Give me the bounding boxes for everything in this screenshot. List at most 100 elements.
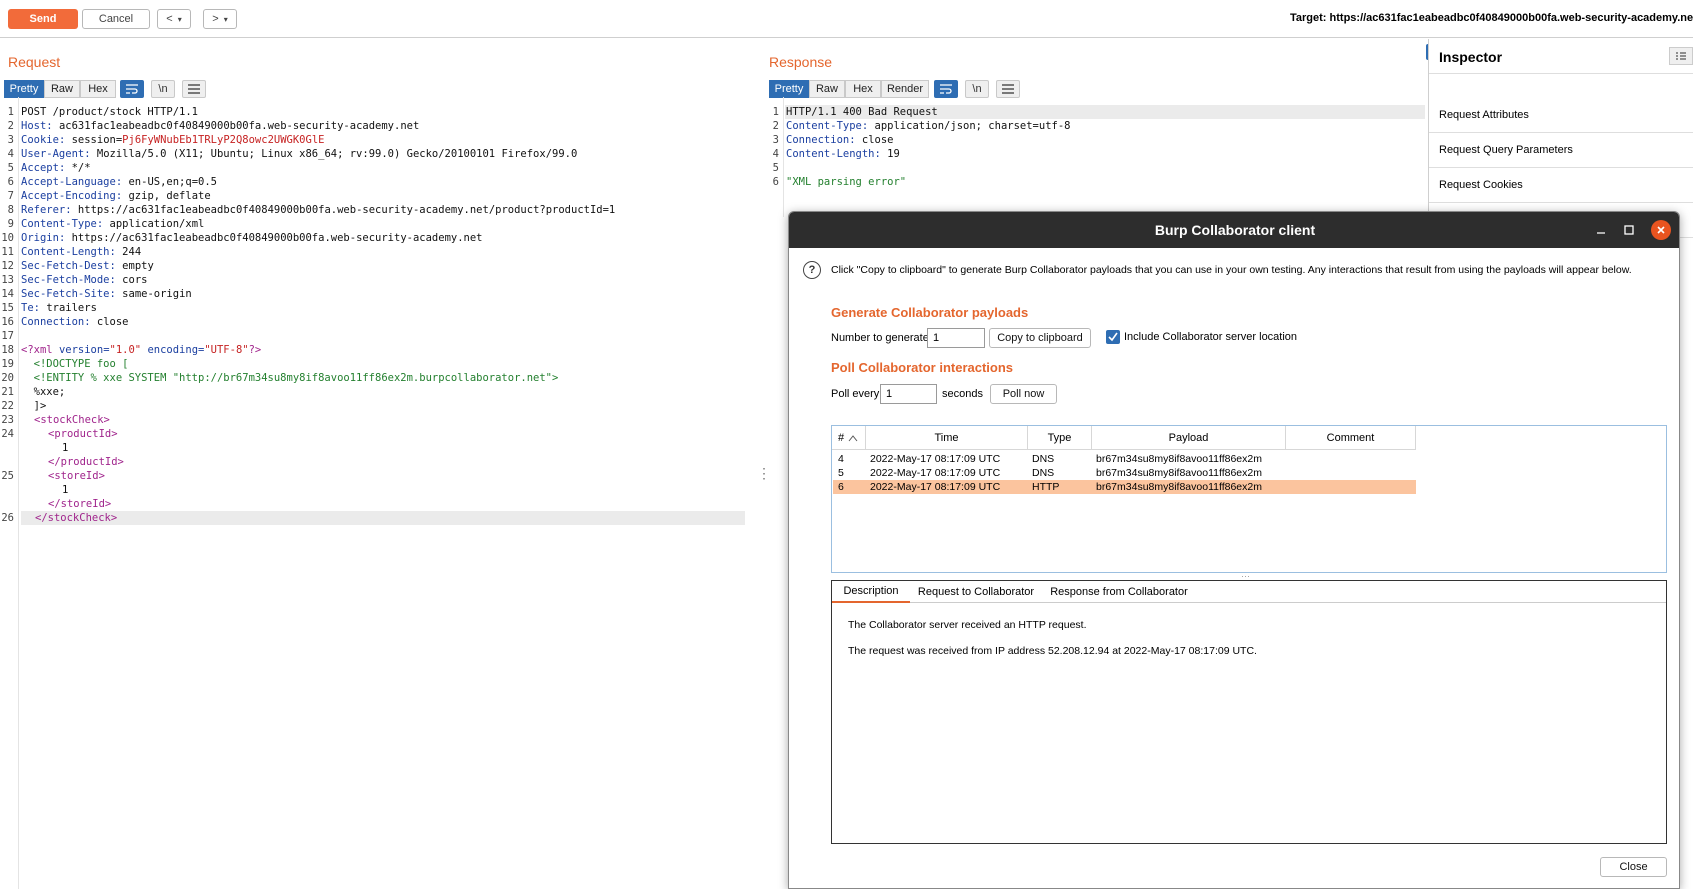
code-line: 3 Cookie: session=Pj6FyWNubEb1TRLyP2Q8owc…: [7, 134, 325, 146]
code-line: 5 Accept: */*: [7, 162, 91, 174]
code-line: 6 Accept-Language: en-US,en;q=0.5: [7, 176, 217, 188]
seconds-label: seconds: [942, 388, 983, 400]
top-toolbar: Send Cancel < ▾ > ▾ Target: https://ac63…: [0, 0, 1693, 38]
tab-response-from-collaborator[interactable]: Response from Collaborator: [1046, 581, 1192, 603]
tab-description[interactable]: Description: [832, 581, 910, 603]
number-to-generate-input[interactable]: 1: [927, 328, 985, 348]
request-menu-button[interactable]: [182, 80, 206, 98]
wrap-lines-toggle[interactable]: [120, 80, 144, 98]
code-line: </storeId>: [48, 498, 112, 510]
close-window-button[interactable]: [1651, 220, 1671, 240]
minimize-button[interactable]: [1587, 212, 1615, 248]
response-menu-button[interactable]: [996, 80, 1020, 98]
collaborator-dialog: Burp Collaborator client ? Click "Copy t…: [788, 211, 1680, 889]
code-line: 4 User-Agent: Mozilla/5.0 (X11; Ubuntu; L…: [7, 148, 578, 160]
inspector-request-attributes[interactable]: Request Attributes: [1429, 98, 1693, 133]
show-newlines-toggle[interactable]: \n: [151, 80, 175, 98]
checkmark-icon: [1108, 332, 1118, 342]
column-header-payload[interactable]: Payload: [1092, 426, 1286, 450]
list-icon: [1676, 52, 1686, 60]
column-header-number[interactable]: #: [832, 426, 866, 450]
inspector-request-query-parameters[interactable]: Request Query Parameters: [1429, 133, 1693, 168]
number-to-generate-label: Number to generate:: [831, 332, 932, 344]
poll-interval-input[interactable]: 1: [880, 384, 937, 404]
copy-to-clipboard-button[interactable]: Copy to clipboard: [989, 328, 1091, 348]
code-line: 6 "XML parsing error": [772, 176, 907, 188]
table-row-selected[interactable]: 6 2022-May-17 08:17:09 UTC HTTP br67m34s…: [833, 480, 1416, 494]
code-line: 18 <?xml version="1.0" encoding="UTF-8"?>: [1, 344, 262, 356]
include-location-checkbox[interactable]: [1106, 330, 1120, 344]
column-header-comment[interactable]: Comment: [1286, 426, 1416, 450]
forward-arrow-icon: >: [212, 13, 219, 25]
session-cookie-value: Pj6FyWNubEb1TRLyP2Q8owc2UWGK0GlE: [122, 134, 325, 146]
poll-now-button[interactable]: Poll now: [990, 384, 1057, 404]
cancel-button[interactable]: Cancel: [82, 9, 150, 29]
code-line: 1: [62, 484, 69, 496]
column-header-type[interactable]: Type: [1028, 426, 1092, 450]
code-line: 8 Referer: https://ac631fac1eabeadbc0f408…: [7, 204, 616, 216]
code-line: 14 Sec-Fetch-Site: same-origin: [1, 288, 192, 300]
include-location-label: Include Collaborator server location: [1124, 331, 1298, 343]
code-line: 13 Sec-Fetch-Mode: cors: [1, 274, 148, 286]
code-line: 10 Origin: https://ac631fac1eabeadbc0f408…: [1, 232, 483, 244]
code-line: 3 Connection: close: [772, 134, 894, 146]
back-button[interactable]: < ▾: [157, 9, 191, 29]
divider: [1429, 73, 1693, 74]
table-row[interactable]: 5 2022-May-17 08:17:09 UTC DNS br67m34su…: [833, 466, 1463, 480]
dialog-title: Burp Collaborator client: [789, 212, 1679, 248]
tab-request-hex[interactable]: Hex: [80, 80, 116, 98]
column-header-time[interactable]: Time: [866, 426, 1028, 450]
target-url[interactable]: Target: https://ac631fac1eabeadbc0f40849…: [1290, 12, 1693, 24]
request-editor[interactable]: 1 POST /product/stock HTTP/1.1 2 Host: ac6…: [0, 105, 745, 525]
poll-every-label: Poll every: [831, 388, 880, 400]
minimize-icon: [1597, 232, 1605, 234]
code-line: 24 <productId>: [1, 428, 118, 440]
help-icon[interactable]: ?: [803, 261, 821, 279]
close-icon: [1657, 226, 1665, 234]
tab-request-pretty[interactable]: Pretty: [4, 80, 44, 98]
response-title: Response: [769, 54, 833, 70]
code-line: 22 ]>: [1, 400, 47, 412]
detail-text-line1: The Collaborator server received an HTTP…: [848, 619, 1087, 631]
response-show-newlines-toggle[interactable]: \n: [965, 80, 989, 98]
request-title: Request: [8, 54, 61, 70]
forward-button[interactable]: > ▾: [203, 9, 237, 29]
split-drag-handle[interactable]: ···: [1241, 572, 1253, 581]
generate-heading: Generate Collaborator payloads: [831, 305, 1029, 320]
code-line: 17: [1, 330, 14, 342]
code-line: 16 Connection: close: [1, 316, 129, 328]
code-line-current: 1 HTTP/1.1 400 Bad Request: [773, 105, 1425, 119]
inspector-toggle-button[interactable]: [1669, 47, 1693, 65]
code-line: 1 POST /product/stock HTTP/1.1: [7, 106, 199, 118]
chevron-down-icon: ▾: [177, 14, 182, 24]
table-row[interactable]: 4 2022-May-17 08:17:09 UTC DNS br67m34su…: [833, 452, 1463, 466]
tab-response-pretty[interactable]: Pretty: [769, 80, 809, 98]
tab-response-raw[interactable]: Raw: [809, 80, 845, 98]
chevron-down-icon: ▾: [223, 14, 228, 24]
code-line: 1: [62, 442, 69, 454]
code-line: </productId>: [48, 456, 124, 468]
poll-heading: Poll Collaborator interactions: [831, 360, 1014, 375]
interactions-table: # Time Type Payload Comment 4 2022-May-1…: [831, 425, 1667, 573]
code-line: 21 %xxe;: [1, 386, 66, 398]
code-line: 19 <!DOCTYPE foo [: [1, 358, 129, 370]
pane-splitter-handle[interactable]: ⋮: [757, 466, 771, 488]
code-line: 23 <stockCheck>: [1, 414, 110, 426]
send-button[interactable]: Send: [8, 9, 78, 29]
maximize-button[interactable]: [1615, 212, 1643, 248]
response-editor[interactable]: 1 HTTP/1.1 400 Bad Request 2 Content-Type:…: [765, 105, 1425, 189]
code-line: 15 Te: trailers: [1, 302, 97, 314]
response-wrap-lines-toggle[interactable]: [934, 80, 958, 98]
inspector-request-cookies[interactable]: Request Cookies: [1429, 168, 1693, 203]
code-line: 25 <storeId>: [1, 470, 105, 482]
maximize-icon: [1624, 225, 1634, 235]
code-line: 2 Host: ac631fac1eabeadbc0f40849000b00fa.…: [7, 120, 420, 132]
detail-text-line2: The request was received from IP address…: [848, 645, 1257, 657]
tab-response-hex[interactable]: Hex: [845, 80, 881, 98]
close-button[interactable]: Close: [1600, 857, 1667, 877]
inspector-title: Inspector: [1439, 49, 1503, 65]
tab-response-render[interactable]: Render: [881, 80, 929, 98]
interaction-details-panel: Description Request to Collaborator Resp…: [831, 580, 1667, 844]
tab-request-raw[interactable]: Raw: [44, 80, 80, 98]
tab-request-to-collaborator[interactable]: Request to Collaborator: [916, 581, 1036, 603]
